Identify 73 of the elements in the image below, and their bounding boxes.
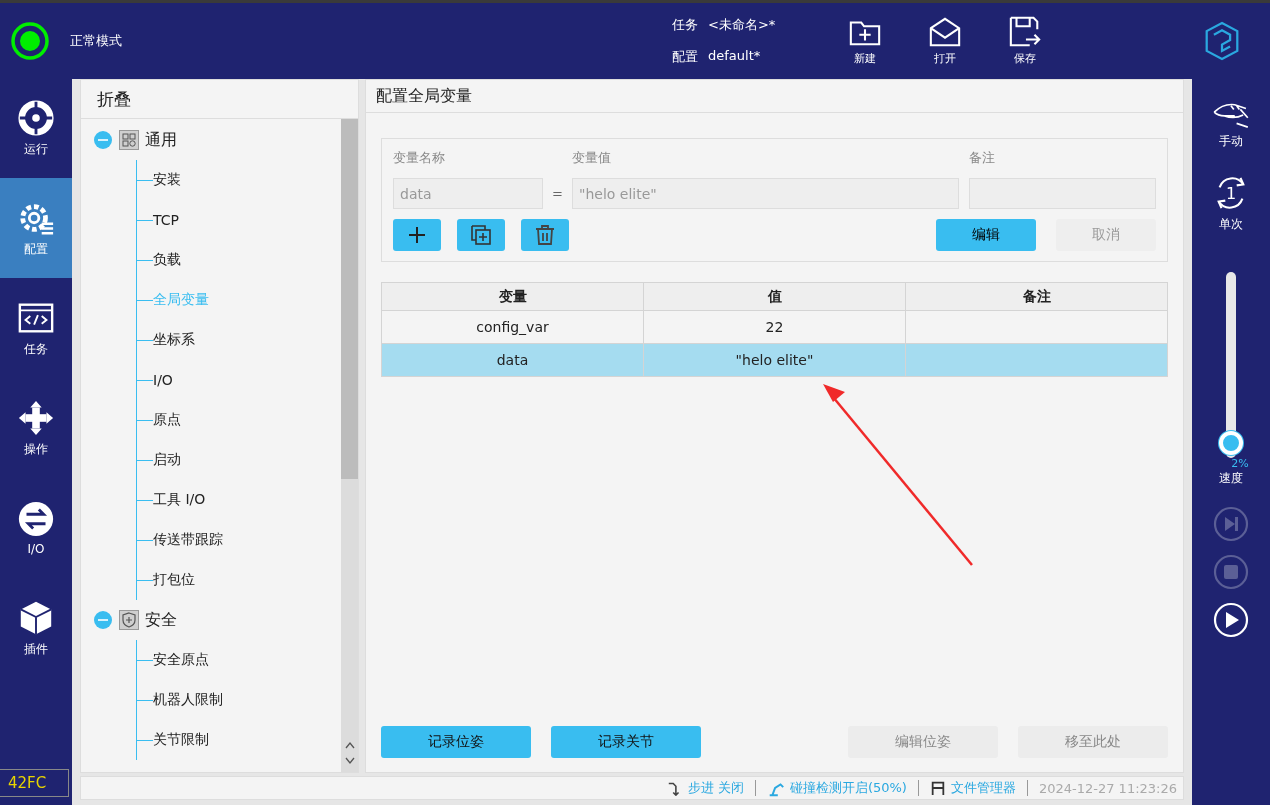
grid-icon — [119, 130, 139, 150]
column-header: 值 — [643, 282, 906, 311]
config-label: 配置 — [672, 47, 698, 66]
manual-mode-button[interactable]: 手动 — [1206, 100, 1256, 151]
toolbar-button[interactable]: 保存 — [1007, 15, 1043, 66]
datetime: 2024-12-27 11:23:26 — [1038, 780, 1177, 796]
single-cycle-button[interactable]: 1 单次 — [1206, 173, 1256, 234]
envelope-icon — [928, 15, 962, 49]
tree-group[interactable]: 安全 — [145, 609, 177, 631]
move-arrows-icon — [17, 398, 55, 437]
tree-item[interactable]: 安装 — [153, 171, 181, 189]
table-cell: "helo elite" — [643, 343, 906, 377]
task-label: 任务 — [672, 15, 698, 34]
add-button[interactable] — [393, 219, 441, 251]
tree-item[interactable]: 机器人限制 — [153, 691, 223, 709]
scrollbar[interactable] — [341, 119, 358, 772]
tree-item[interactable]: I/O — [153, 372, 173, 388]
collapse-header[interactable]: 折叠 — [81, 80, 358, 119]
tree-item[interactable]: 负载 — [153, 251, 181, 269]
tree-item[interactable]: 原点 — [153, 411, 181, 429]
action-button[interactable]: 记录位姿 — [381, 726, 531, 758]
equals-sign: = — [551, 186, 564, 201]
trash-icon — [534, 224, 556, 246]
table-cell: config_var — [381, 310, 644, 344]
config-name: default* — [708, 47, 761, 65]
nav-tab[interactable]: I/O — [0, 478, 72, 578]
slider-thumb[interactable] — [1219, 430, 1243, 455]
nav-tab[interactable]: 配置 — [0, 178, 72, 278]
tree-group[interactable]: 通用 — [145, 129, 177, 151]
toolbar-button[interactable]: 新建 — [847, 15, 883, 66]
nav-tab[interactable]: 运行 — [0, 78, 72, 178]
tree-item[interactable]: TCP — [153, 212, 179, 228]
table-row[interactable]: config_var 22 — [381, 310, 1168, 344]
toolbar-button[interactable]: 打开 — [927, 15, 963, 66]
nav-tab[interactable]: 插件 — [0, 578, 72, 678]
nav-tab[interactable]: 操作 — [0, 378, 72, 478]
floppy-disk-icon — [1008, 15, 1042, 49]
shield-icon — [119, 610, 139, 630]
nav-tab[interactable]: 任务 — [0, 278, 72, 378]
tree-item[interactable]: 坐标系 — [153, 331, 195, 349]
copy-icon — [470, 224, 492, 246]
column-header: 变量 — [381, 282, 644, 311]
task-name: <未命名>* — [708, 15, 776, 34]
tree-item[interactable]: 关节限制 — [153, 731, 209, 749]
logo-icon — [1204, 20, 1240, 61]
tree-item[interactable]: 安全原点 — [153, 651, 209, 669]
edit-button[interactable]: 编辑 — [936, 219, 1036, 251]
tree-item[interactable]: 工具 I/O — [153, 491, 206, 509]
version-badge: 42FC — [0, 769, 69, 797]
panel-title: 配置全局变量 — [366, 80, 1183, 113]
table-row[interactable]: data "helo elite" — [381, 343, 1168, 377]
copy-button[interactable] — [457, 219, 505, 251]
target-icon — [17, 98, 55, 137]
speed-slider[interactable] — [1219, 272, 1243, 458]
field-label: 变量值 — [572, 149, 612, 167]
mode-label: 正常模式 — [70, 31, 122, 50]
tree-item[interactable]: 传送带跟踪 — [153, 531, 223, 549]
action-button[interactable]: 记录关节 — [551, 726, 701, 758]
field-label: 备注 — [969, 149, 995, 167]
file-manager-icon — [929, 780, 946, 796]
table-cell: data — [381, 343, 644, 377]
column-header: 备注 — [905, 282, 1168, 311]
speed-label: 速度 — [1219, 470, 1243, 487]
tree-item[interactable]: 打包位 — [153, 571, 195, 589]
delete-button[interactable] — [521, 219, 569, 251]
tree-item[interactable]: 启动 — [153, 451, 181, 469]
collapse-toggle-icon[interactable] — [93, 130, 113, 150]
table-cell: 22 — [643, 310, 906, 344]
speed-reading: 2% — [1231, 457, 1249, 470]
plus-icon — [407, 225, 427, 245]
exchange-icon — [17, 500, 55, 538]
field-label: 变量名称 — [393, 149, 446, 167]
collapse-toggle-icon[interactable] — [93, 610, 113, 630]
